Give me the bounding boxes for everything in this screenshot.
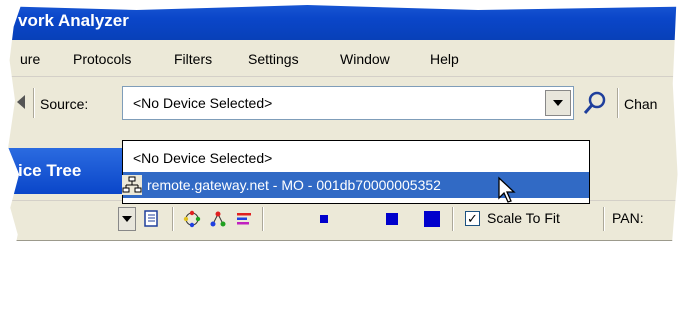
dropdown-option[interactable]: <No Device Selected> <box>123 145 589 171</box>
tree-layout-button[interactable] <box>206 207 230 231</box>
combobox-dropdown-button[interactable] <box>545 90 571 116</box>
source-combobox-value: <No Device Selected> <box>133 95 273 111</box>
document-icon <box>144 210 158 227</box>
device-tree-panel-header: ice Tree <box>8 148 135 194</box>
large-node-size-button[interactable] <box>420 207 444 231</box>
medium-node-size-button[interactable] <box>380 207 404 231</box>
menu-settings[interactable]: Settings <box>248 51 299 67</box>
panel-title: ice Tree <box>18 161 82 180</box>
small-node-size-button[interactable] <box>312 207 336 231</box>
menu-capture[interactable]: ure <box>20 51 40 67</box>
toolbar-separator-3 <box>172 207 174 231</box>
source-label: Source: <box>40 96 89 112</box>
network-tree-icon <box>122 175 142 195</box>
mouse-cursor-icon <box>498 176 516 203</box>
medium-square-icon <box>386 213 398 225</box>
channel-label-clipped: Chan <box>624 96 658 112</box>
menu-filters[interactable]: Filters <box>174 51 212 67</box>
view-toolbar <box>8 200 678 241</box>
properties-button[interactable] <box>140 207 164 231</box>
toolbar-separator-4 <box>262 207 264 231</box>
small-square-icon <box>320 215 328 223</box>
list-layout-button[interactable] <box>232 207 256 231</box>
toolbar-separator <box>33 88 35 118</box>
scale-to-fit-checkbox[interactable]: ✓ <box>465 211 480 226</box>
toolbar-separator-2 <box>617 88 619 118</box>
search-icon <box>583 91 606 114</box>
toolbar-separator-6 <box>603 207 605 231</box>
toolbar-separator-5 <box>452 207 454 231</box>
dropdown-option-label: <No Device Selected> <box>133 150 273 166</box>
list-layout-icon <box>237 213 251 225</box>
tree-layout-icon <box>210 211 226 227</box>
menu-window[interactable]: Window <box>340 51 390 67</box>
pan-label: PAN: <box>612 210 644 226</box>
scale-to-fit-label: Scale To Fit <box>487 210 560 226</box>
title-bar: vork Analyzer <box>8 5 678 40</box>
app-window: vork Analyzer ure Protocols Filters Sett… <box>8 5 678 314</box>
chevron-down-icon <box>122 216 132 222</box>
search-button[interactable] <box>580 88 610 118</box>
source-combobox[interactable]: <No Device Selected> <box>122 86 574 120</box>
menu-help[interactable]: Help <box>430 51 459 67</box>
menu-protocols[interactable]: Protocols <box>73 51 131 67</box>
device-tree-view[interactable] <box>8 240 678 314</box>
circle-layout-icon <box>183 210 201 228</box>
window-title: vork Analyzer <box>18 11 129 30</box>
dropdown-option-label: remote.gateway.net - MO - 001db700000053… <box>147 177 441 193</box>
large-square-icon <box>424 211 440 227</box>
view-dropdown-button[interactable] <box>118 207 136 231</box>
chevron-down-icon <box>553 100 563 106</box>
menu-bar: ure Protocols Filters Settings Window He… <box>8 40 678 77</box>
scroll-left-icon[interactable] <box>17 95 25 109</box>
circle-layout-button[interactable] <box>180 207 204 231</box>
